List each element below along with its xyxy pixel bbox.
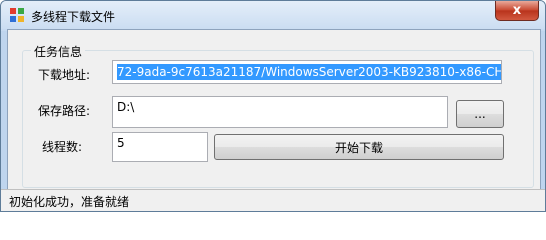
window-title: 多线程下载文件 — [31, 10, 116, 24]
url-label: 下载地址: — [38, 68, 91, 82]
group-title: 任务信息 — [31, 43, 86, 60]
close-icon: x — [512, 3, 522, 18]
close-button[interactable]: x — [495, 1, 539, 21]
app-icon — [10, 8, 24, 22]
app-window: 多线程下载文件 x 任务信息 下载地址: 72-9ada-9c7613a2118… — [0, 0, 546, 212]
start-download-button[interactable]: 开始下载 — [214, 134, 504, 160]
start-download-label: 开始下载 — [334, 140, 383, 155]
save-path-input[interactable]: D:\ — [112, 96, 448, 128]
status-text: 初始化成功，准备就绪 — [9, 195, 130, 209]
title-bar[interactable]: 多线程下载文件 x — [1, 1, 545, 29]
url-input-value: 72-9ada-9c7613a21187/WindowsServer2003-K… — [117, 64, 501, 80]
save-path-value: D:\ — [117, 100, 135, 114]
status-bar: 初始化成功，准备就绪 — [1, 189, 545, 211]
thread-count-input[interactable]: 5 — [112, 132, 208, 162]
browse-button[interactable]: ... — [456, 100, 504, 128]
browse-button-label: ... — [474, 107, 486, 121]
url-input[interactable]: 72-9ada-9c7613a21187/WindowsServer2003-K… — [112, 60, 502, 84]
main-panel: 任务信息 下载地址: 72-9ada-9c7613a21187/WindowsS… — [7, 29, 541, 191]
thread-count-value: 5 — [117, 136, 125, 150]
path-label: 保存路径: — [38, 104, 91, 118]
threads-label: 线程数: — [42, 140, 83, 154]
